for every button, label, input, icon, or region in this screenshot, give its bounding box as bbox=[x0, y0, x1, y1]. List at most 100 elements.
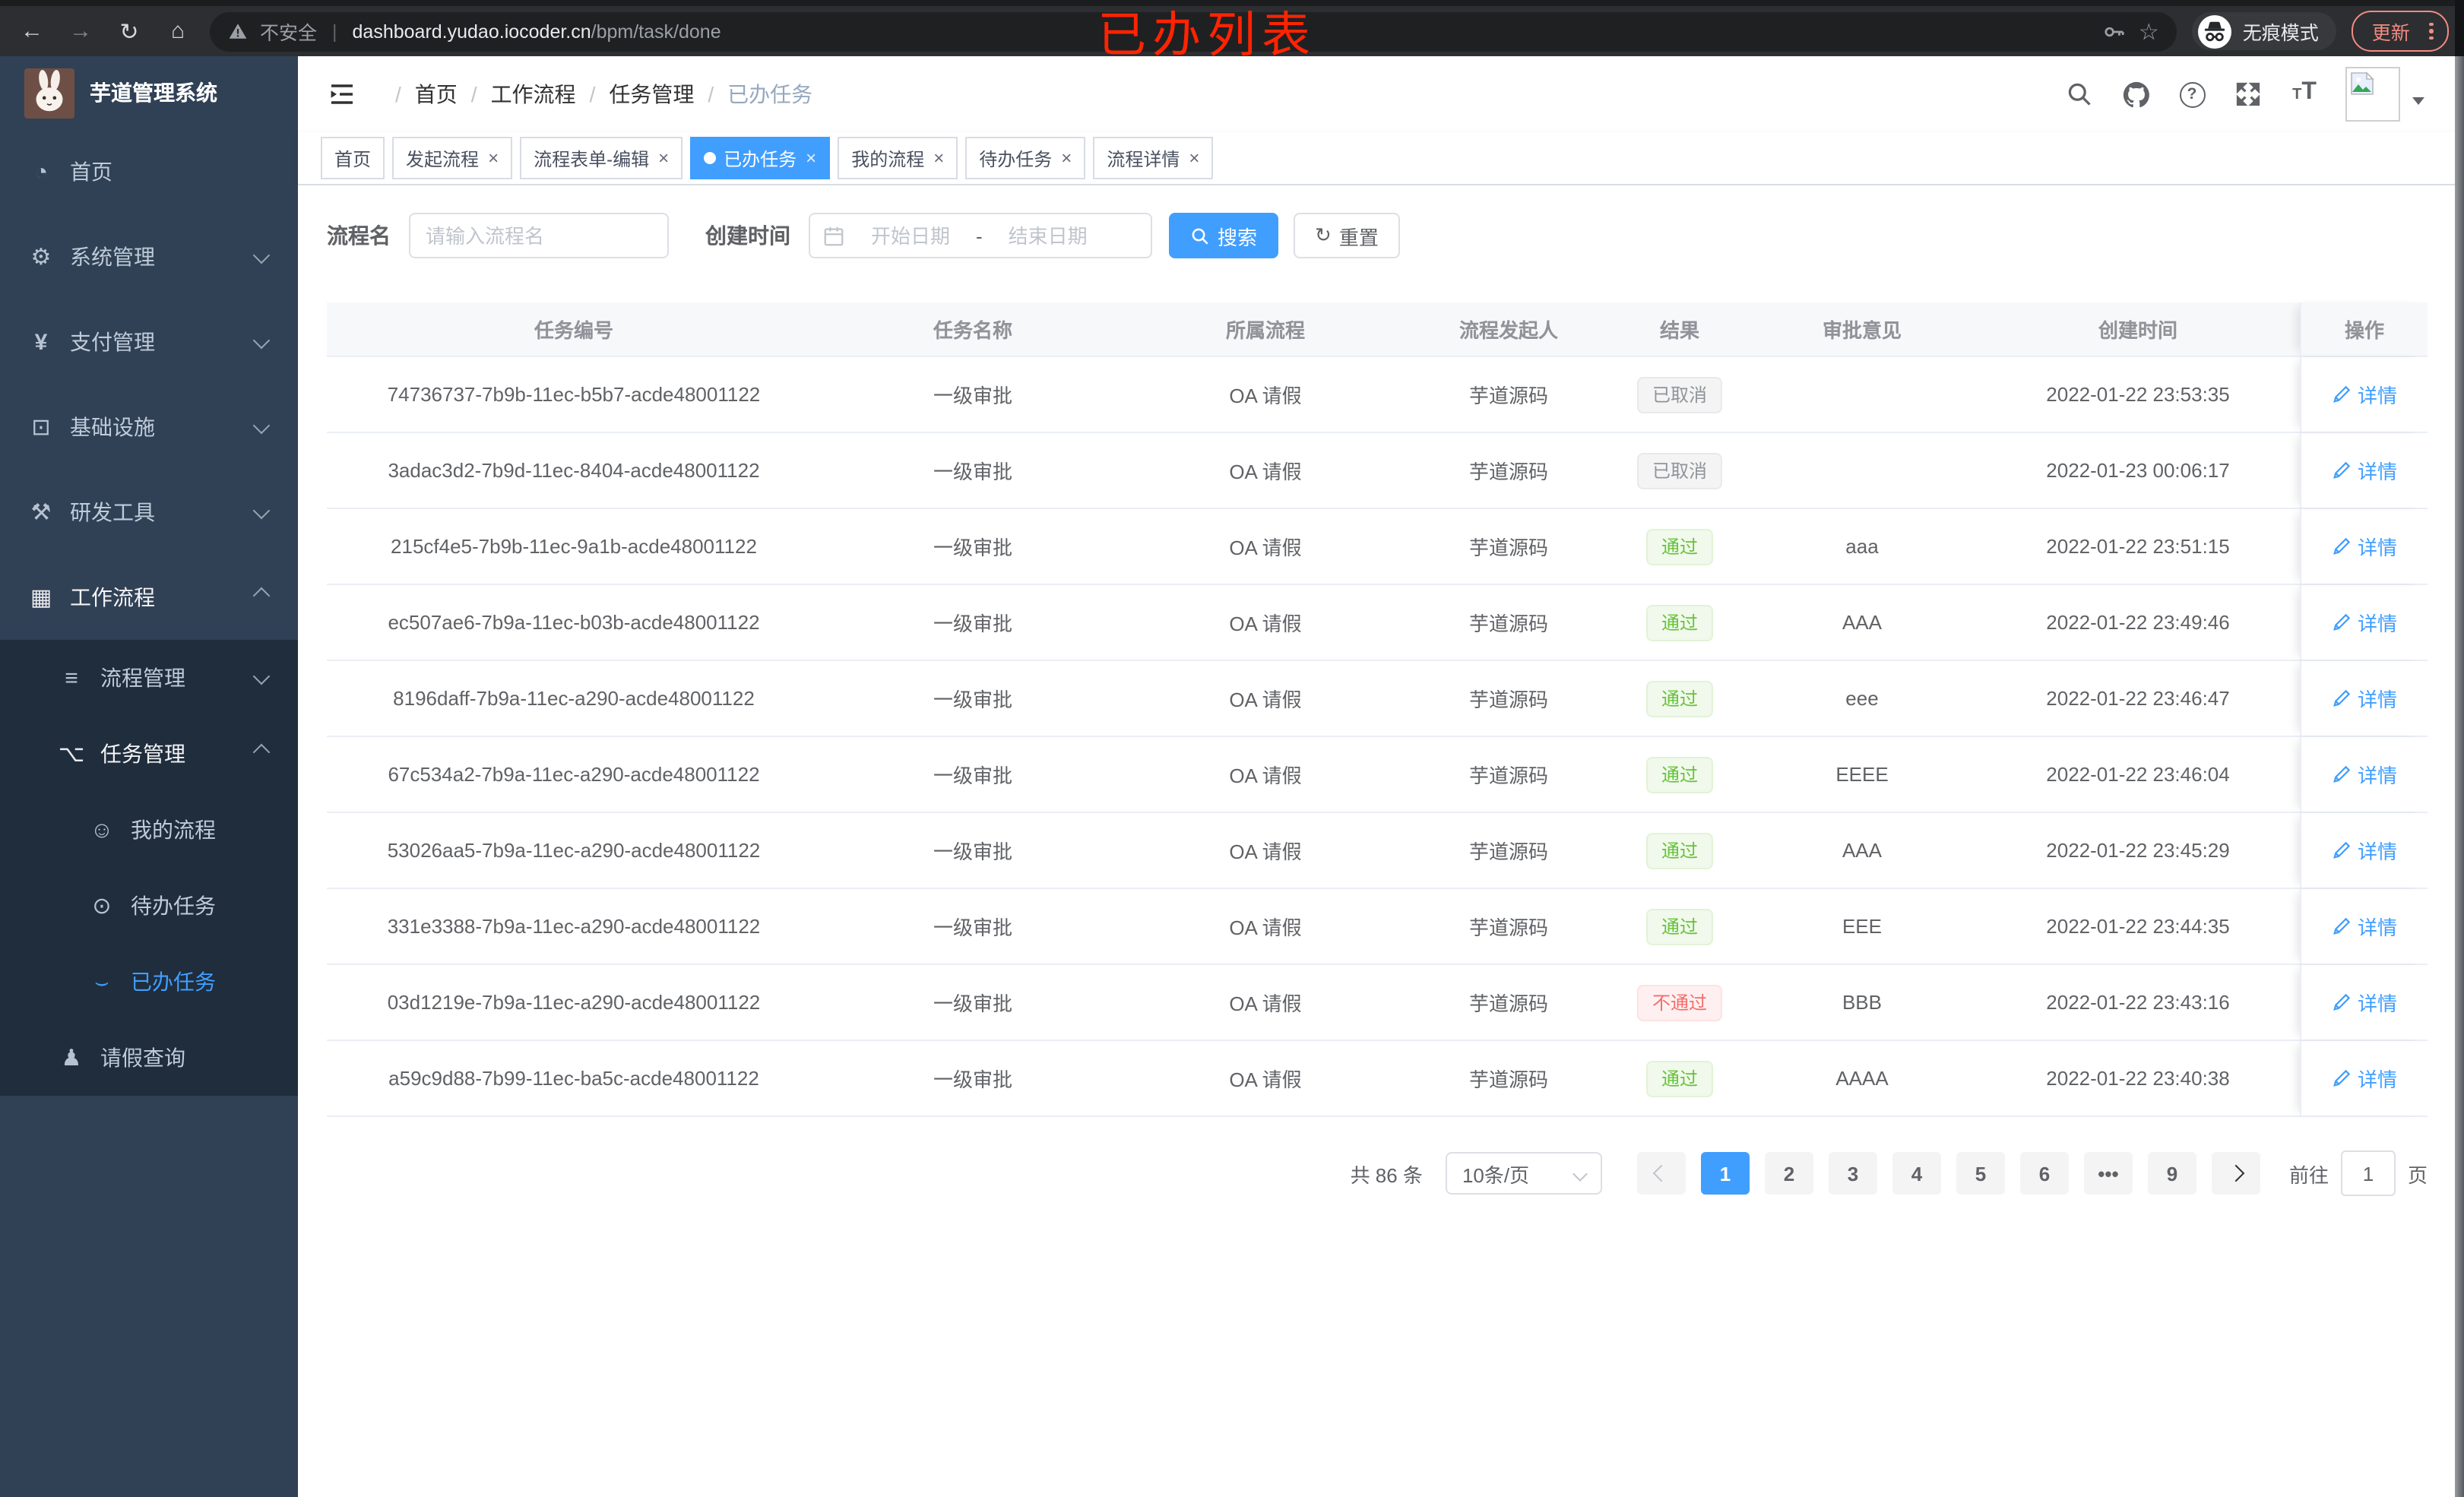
bookmark-star-icon[interactable]: ☆ bbox=[2139, 17, 2159, 45]
breadcrumb-item[interactable]: / 任务管理 bbox=[576, 79, 695, 109]
sidebar-collapse-icon[interactable] bbox=[327, 79, 357, 109]
font-size-icon[interactable] bbox=[2289, 79, 2320, 109]
edit-icon bbox=[2333, 765, 2351, 783]
address-bar[interactable]: 不安全 | dashboard.yudao.iocoder.cn/bpm/tas… bbox=[210, 11, 2177, 51]
detail-button[interactable]: 详情 bbox=[2332, 760, 2397, 789]
date-range-picker[interactable]: - bbox=[809, 213, 1152, 258]
sidebar-menu-item[interactable]: 工作流程 bbox=[0, 555, 298, 640]
detail-label: 详情 bbox=[2357, 916, 2397, 939]
close-icon[interactable] bbox=[658, 149, 669, 167]
browser-forward-icon[interactable]: → bbox=[64, 18, 97, 44]
window-edge-scroll[interactable] bbox=[2455, 56, 2464, 1497]
page-number-button[interactable]: 4 bbox=[1892, 1152, 1941, 1195]
chevron-icon bbox=[252, 246, 271, 264]
breadcrumb-separator: / bbox=[589, 82, 596, 106]
page-number-button[interactable]: 2 bbox=[1764, 1152, 1813, 1195]
key-icon[interactable] bbox=[2102, 19, 2127, 43]
page-tab[interactable]: 首页 bbox=[321, 137, 385, 179]
close-icon[interactable] bbox=[1189, 149, 1199, 167]
sidebar-menu-item[interactable]: 支付管理 bbox=[0, 299, 298, 385]
detail-button[interactable]: 详情 bbox=[2332, 380, 2397, 409]
detail-button[interactable]: 详情 bbox=[2332, 684, 2397, 713]
page-tab[interactable]: 我的流程 bbox=[838, 137, 958, 179]
detail-button[interactable]: 详情 bbox=[2332, 836, 2397, 865]
breadcrumb-item[interactable]: / 工作流程 bbox=[458, 79, 576, 109]
detail-button[interactable]: 详情 bbox=[2332, 1064, 2397, 1093]
browser-menu-icon[interactable] bbox=[2425, 22, 2438, 40]
detail-button[interactable]: 详情 bbox=[2332, 608, 2397, 637]
avatar-caret-icon bbox=[2412, 97, 2424, 104]
sidebar-menu-item[interactable]: 流程管理 bbox=[0, 640, 298, 716]
page-number-button[interactable]: 3 bbox=[1828, 1152, 1877, 1195]
close-icon[interactable] bbox=[1061, 149, 1072, 167]
next-page-button[interactable] bbox=[2211, 1152, 2260, 1195]
sidebar-menu-item[interactable]: 任务管理 bbox=[0, 716, 298, 792]
cell-actions: 详情 bbox=[2300, 1041, 2428, 1116]
end-date-input[interactable] bbox=[988, 223, 1107, 248]
search-icon[interactable] bbox=[2064, 79, 2095, 109]
page-number-button[interactable]: ••• bbox=[2083, 1152, 2133, 1195]
sidebar-menu-item[interactable]: 首页 bbox=[0, 129, 298, 214]
menu-item-label: 系统管理 bbox=[70, 245, 155, 269]
detail-label: 详情 bbox=[2357, 460, 2397, 483]
help-icon[interactable] bbox=[2177, 79, 2207, 109]
reset-button[interactable]: 重置 bbox=[1294, 213, 1400, 258]
page-tab[interactable]: 流程详情 bbox=[1093, 137, 1214, 179]
logo-bunny-image bbox=[24, 68, 74, 118]
tab-label: 首页 bbox=[334, 148, 372, 169]
tab-label: 流程详情 bbox=[1107, 148, 1180, 169]
cell-starter: 芋道源码 bbox=[1468, 460, 1548, 483]
process-name-label: 流程名 bbox=[327, 223, 391, 248]
detail-button[interactable]: 详情 bbox=[2332, 532, 2397, 561]
page-number-button[interactable]: 1 bbox=[1700, 1152, 1750, 1195]
jump-page-input[interactable] bbox=[2340, 1150, 2396, 1196]
browser-home-icon[interactable]: ⌂ bbox=[161, 18, 195, 44]
page-tab[interactable]: 流程表单-编辑 bbox=[520, 137, 683, 179]
table-row: 8196daff-7b9a-11ec-a290-acde48001122 一级审… bbox=[327, 661, 2428, 737]
page-size-select[interactable]: 10条/页 bbox=[1445, 1152, 1602, 1195]
breadcrumb-item[interactable]: / 首页 bbox=[382, 79, 458, 109]
filter-bar: 流程名 创建时间 - 搜索 重置 bbox=[327, 213, 2464, 258]
user-avatar[interactable] bbox=[2345, 67, 2424, 122]
detail-button[interactable]: 详情 bbox=[2332, 456, 2397, 485]
github-icon[interactable] bbox=[2120, 79, 2151, 109]
cell-actions: 详情 bbox=[2300, 737, 2428, 812]
breadcrumb-item[interactable]: / 已办任务 bbox=[694, 79, 812, 109]
detail-button[interactable]: 详情 bbox=[2332, 912, 2397, 941]
cell-created: 2022-01-22 23:51:15 bbox=[2046, 535, 2230, 558]
close-icon[interactable] bbox=[933, 149, 944, 167]
sidebar-logo[interactable]: 芋道管理系统 bbox=[0, 56, 298, 129]
sidebar-menu-item[interactable]: 请假查询 bbox=[0, 1020, 298, 1096]
browser-back-icon[interactable]: ← bbox=[15, 18, 49, 44]
page-tab[interactable]: 待办任务 bbox=[965, 137, 1086, 179]
sidebar: 芋道管理系统 首页 系统管理 bbox=[0, 56, 298, 1497]
page-number-button[interactable]: 6 bbox=[2019, 1152, 2069, 1195]
sidebar-menu-item[interactable]: 已办任务 bbox=[0, 944, 298, 1020]
sidebar-menu-item[interactable]: 我的流程 bbox=[0, 792, 298, 868]
cell-task-id: 215cf4e5-7b9b-11ec-9a1b-acde48001122 bbox=[391, 535, 757, 558]
page-number-button[interactable]: 5 bbox=[1956, 1152, 2005, 1195]
browser-reload-icon[interactable]: ↻ bbox=[112, 17, 146, 45]
sidebar-menu-item[interactable]: 研发工具 bbox=[0, 470, 298, 555]
page-tab[interactable]: 已办任务 bbox=[690, 137, 831, 179]
detail-button[interactable]: 详情 bbox=[2332, 988, 2397, 1017]
sidebar-menu-item[interactable]: 待办任务 bbox=[0, 868, 298, 944]
fullscreen-icon[interactable] bbox=[2233, 79, 2263, 109]
browser-update-button[interactable]: 更新 bbox=[2352, 11, 2449, 52]
cell-task-id: 3adac3d2-7b9d-11ec-8404-acde48001122 bbox=[388, 459, 760, 482]
date-range-separator: - bbox=[976, 224, 983, 247]
prev-page-button[interactable] bbox=[1636, 1152, 1686, 1195]
cell-task-id: 53026aa5-7b9a-11ec-a290-acde48001122 bbox=[387, 839, 761, 862]
security-label[interactable]: 不安全 bbox=[260, 17, 317, 46]
sidebar-menu-item[interactable]: 系统管理 bbox=[0, 214, 298, 299]
search-button[interactable]: 搜索 bbox=[1169, 213, 1279, 258]
url-text[interactable]: dashboard.yudao.iocoder.cn/bpm/task/done bbox=[353, 21, 721, 42]
cell-starter: 芋道源码 bbox=[1468, 612, 1548, 635]
process-name-input[interactable] bbox=[409, 213, 669, 258]
close-icon[interactable] bbox=[806, 149, 816, 167]
start-date-input[interactable] bbox=[851, 223, 970, 248]
close-icon[interactable] bbox=[488, 149, 499, 167]
page-number-button[interactable]: 9 bbox=[2147, 1152, 2196, 1195]
sidebar-menu-item[interactable]: 基础设施 bbox=[0, 385, 298, 470]
page-tab[interactable]: 发起流程 bbox=[392, 137, 513, 179]
